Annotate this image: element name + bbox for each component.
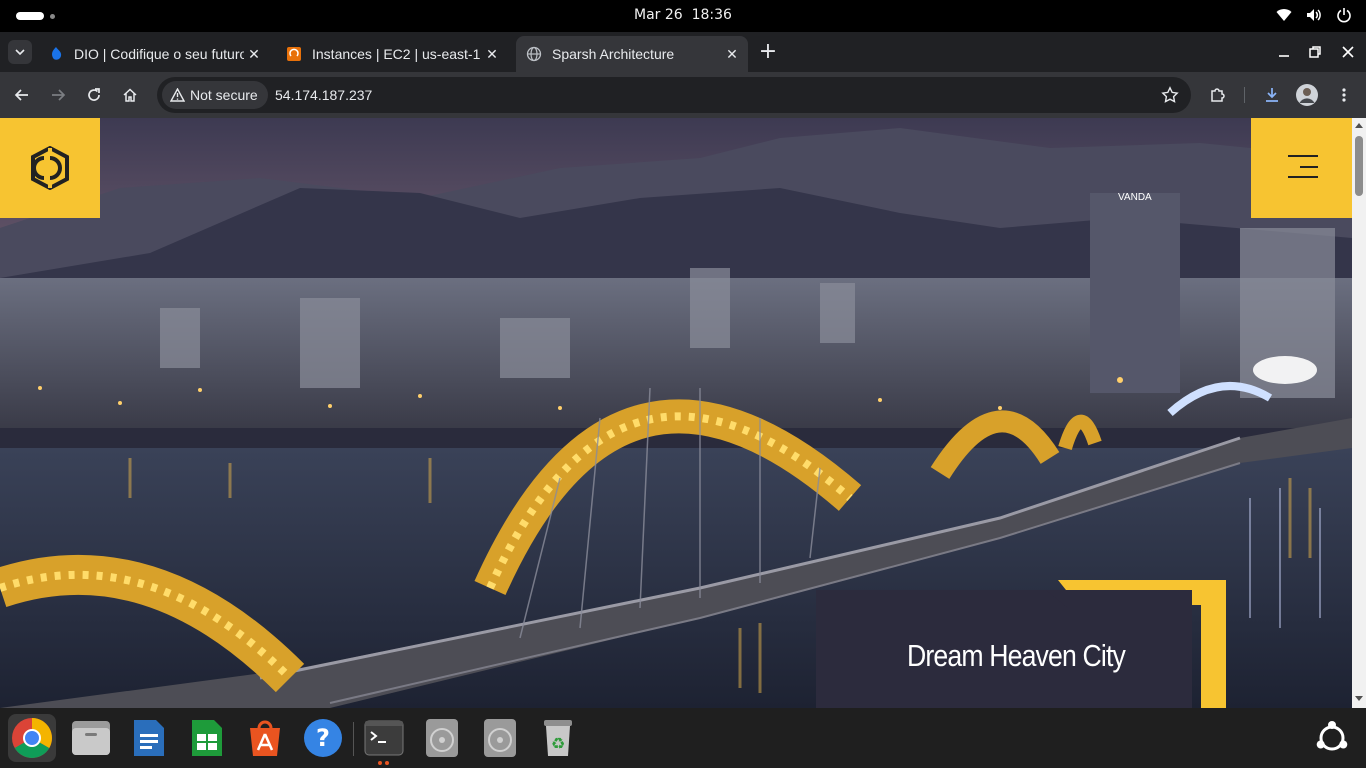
home-button[interactable] bbox=[118, 83, 142, 107]
system-status-area[interactable] bbox=[1276, 7, 1352, 23]
clock[interactable]: Mar 26 18:36 bbox=[634, 7, 732, 23]
dock-calc[interactable] bbox=[183, 714, 231, 762]
svg-text:♻: ♻ bbox=[551, 734, 565, 753]
reload-icon bbox=[88, 88, 100, 101]
puzzle-icon bbox=[1211, 88, 1225, 102]
web-page: VANDA Dream Heaven City bbox=[0, 118, 1352, 708]
url-text[interactable]: 54.174.187.237 bbox=[275, 77, 372, 113]
reload-button[interactable] bbox=[82, 83, 106, 107]
hero-caption-title: Dream Heaven City bbox=[906, 638, 1126, 673]
site-logo[interactable] bbox=[0, 118, 100, 218]
browser-menu-button[interactable] bbox=[1332, 83, 1356, 107]
wifi-icon bbox=[1276, 9, 1292, 21]
bookmark-star-icon[interactable] bbox=[1161, 86, 1179, 104]
disc-icon bbox=[426, 719, 458, 757]
dio-icon bbox=[52, 47, 62, 60]
dock-trash[interactable]: ♻ bbox=[534, 714, 582, 762]
tab-title: Instances | EC2 | us-east-1 bbox=[312, 46, 481, 62]
security-label: Not secure bbox=[190, 87, 258, 103]
dock-writer[interactable] bbox=[125, 714, 173, 762]
home-icon bbox=[123, 88, 137, 102]
close-icon[interactable]: ✕ bbox=[244, 44, 264, 64]
ubuntu-dock: ? ♻ bbox=[0, 708, 1366, 768]
dock-app-center[interactable] bbox=[241, 714, 289, 762]
dock-chrome[interactable] bbox=[8, 714, 56, 762]
hamburger-icon bbox=[1288, 176, 1318, 178]
warning-icon bbox=[170, 88, 185, 102]
profile-button[interactable] bbox=[1295, 83, 1319, 107]
restore-icon[interactable] bbox=[1307, 44, 1323, 60]
globe-icon bbox=[526, 46, 542, 62]
workspace-active-indicator bbox=[16, 12, 44, 20]
dock-disc-2[interactable] bbox=[476, 714, 524, 762]
toolbar-divider bbox=[1244, 87, 1245, 103]
clock-time: 18:36 bbox=[691, 7, 732, 23]
svg-text:VANDA: VANDA bbox=[1118, 192, 1152, 203]
chrome-icon bbox=[12, 718, 52, 758]
sparsh-logo-icon bbox=[31, 146, 69, 190]
tab-search-button[interactable] bbox=[8, 40, 32, 64]
hamburger-icon bbox=[1288, 155, 1318, 157]
running-indicator bbox=[378, 761, 382, 765]
trash-icon: ♻ bbox=[544, 720, 572, 756]
dock-separator bbox=[353, 722, 354, 756]
aws-icon bbox=[287, 47, 301, 61]
arrow-left-icon bbox=[14, 89, 28, 101]
tab-title: DIO | Codifique o seu futuro bbox=[74, 46, 244, 62]
browser-toolbar: Not secure 54.174.187.237 bbox=[0, 72, 1366, 118]
svg-text:?: ? bbox=[316, 724, 330, 752]
dock-terminal[interactable] bbox=[360, 714, 408, 762]
scroll-down-arrow[interactable] bbox=[1355, 696, 1363, 701]
close-icon[interactable]: ✕ bbox=[482, 44, 502, 64]
terminal-icon bbox=[364, 720, 404, 756]
writer-icon bbox=[134, 720, 164, 756]
avatar bbox=[1296, 84, 1318, 106]
files-icon bbox=[72, 721, 110, 755]
tab-dio[interactable]: DIO | Codifique o seu futuro ✕ bbox=[38, 36, 270, 72]
new-tab-button[interactable]: + bbox=[756, 41, 780, 65]
clock-date: Mar 26 bbox=[634, 7, 683, 23]
dock-disc-1[interactable] bbox=[418, 714, 466, 762]
back-button[interactable] bbox=[10, 83, 34, 107]
hero-caption: Dream Heaven City bbox=[816, 580, 1226, 708]
dock-files[interactable] bbox=[67, 714, 115, 762]
show-apps-icon bbox=[1316, 721, 1348, 751]
site-security-chip[interactable]: Not secure bbox=[162, 81, 268, 109]
tab-ec2-instances[interactable]: Instances | EC2 | us-east-1 ✕ bbox=[276, 36, 508, 72]
scroll-thumb[interactable] bbox=[1355, 136, 1363, 196]
minimize-icon[interactable] bbox=[1276, 44, 1292, 60]
tab-sparsh-architecture[interactable]: Sparsh Architecture ✕ bbox=[516, 36, 748, 72]
close-icon[interactable]: ✕ bbox=[722, 44, 742, 64]
help-icon: ? bbox=[304, 719, 342, 757]
disc-icon bbox=[484, 719, 516, 757]
dock-help[interactable]: ? bbox=[299, 714, 347, 762]
site-menu-button[interactable] bbox=[1251, 118, 1352, 218]
address-bar[interactable]: Not secure 54.174.187.237 bbox=[157, 77, 1191, 113]
close-window-icon[interactable] bbox=[1340, 44, 1356, 60]
hamburger-icon bbox=[1300, 166, 1318, 168]
tab-title: Sparsh Architecture bbox=[552, 46, 675, 62]
chevron-down-icon bbox=[15, 49, 25, 56]
extensions-button[interactable] bbox=[1206, 83, 1230, 107]
scroll-up-arrow[interactable] bbox=[1355, 123, 1363, 128]
calc-icon bbox=[192, 720, 222, 756]
power-icon bbox=[1337, 8, 1351, 23]
running-indicator bbox=[385, 761, 389, 765]
workspace-indicator bbox=[50, 14, 55, 19]
app-center-icon bbox=[250, 720, 280, 756]
dock-show-apps[interactable] bbox=[1308, 714, 1356, 762]
browser-tab-strip: DIO | Codifique o seu futuro ✕ Instances… bbox=[0, 32, 1366, 92]
arrow-right-icon bbox=[52, 89, 66, 101]
system-top-bar: Mar 26 18:36 bbox=[0, 0, 1366, 32]
kebab-menu-icon bbox=[1342, 88, 1346, 102]
volume-icon bbox=[1307, 9, 1321, 21]
download-icon bbox=[1266, 88, 1278, 102]
page-scrollbar[interactable] bbox=[1352, 118, 1366, 708]
forward-button[interactable] bbox=[46, 83, 70, 107]
downloads-button[interactable] bbox=[1260, 83, 1284, 107]
